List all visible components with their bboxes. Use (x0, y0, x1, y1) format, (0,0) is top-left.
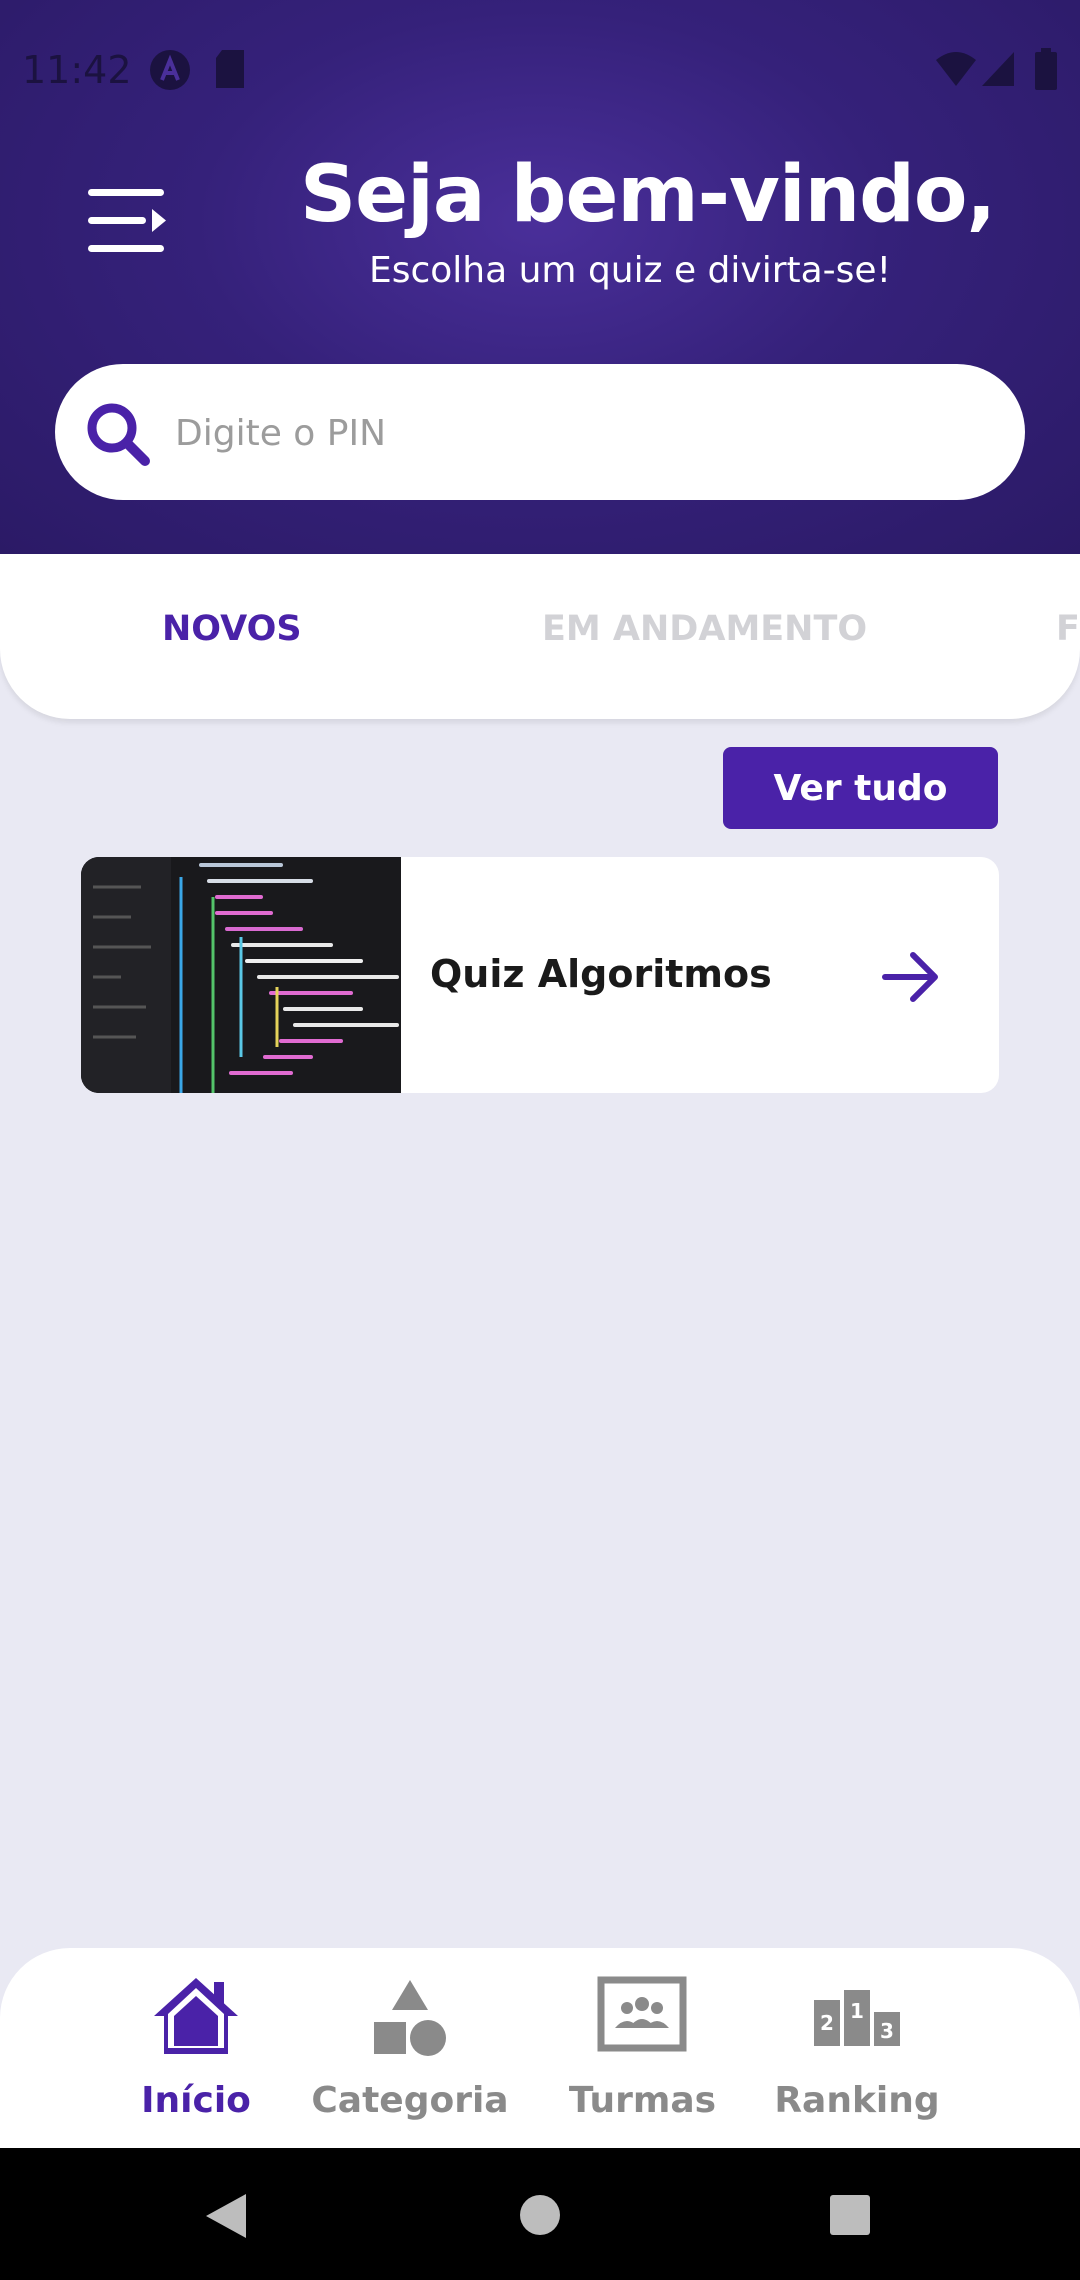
nav-label-turmas: Turmas (568, 2080, 717, 2121)
arrow-right-icon[interactable] (881, 949, 941, 1005)
system-navigation-bar (0, 2148, 1080, 2280)
podium-icon: 2 1 3 (814, 1990, 900, 2046)
app-notification-icon (148, 48, 192, 96)
home-circle-icon[interactable] (519, 2194, 561, 2236)
header: 11:42 Seja bem-vindo, Escolha um quiz e … (0, 0, 1080, 554)
quiz-card[interactable]: Quiz Algoritmos (81, 857, 999, 1093)
nav-label-categoria: Categoria (311, 2080, 509, 2121)
recents-icon[interactable] (829, 2194, 871, 2236)
nav-label-inicio: Início (141, 2080, 251, 2121)
nav-item-inicio[interactable]: Início (128, 1948, 264, 2148)
sd-card-icon (214, 48, 246, 94)
search-icon (87, 403, 150, 466)
svg-text:3: 3 (880, 2019, 894, 2043)
search-bar[interactable] (55, 364, 1025, 500)
pin-search-input[interactable] (173, 394, 997, 472)
battery-icon (1034, 48, 1058, 96)
svg-text:2: 2 (820, 2011, 834, 2035)
menu-button[interactable] (86, 185, 168, 257)
bottom-navigation: Início Categoria Turmas 2 1 3 Ranking (0, 1948, 1080, 2148)
welcome-subtitle: Escolha um quiz e divirta-se! (368, 250, 892, 291)
signal-icon (980, 48, 1016, 92)
tab-em-andamento[interactable]: EM ANDAMENTO (542, 609, 867, 649)
shapes-icon (374, 1980, 446, 2056)
back-icon[interactable] (204, 2192, 248, 2240)
quiz-thumbnail (81, 857, 401, 1093)
nav-item-turmas[interactable]: Turmas (555, 1948, 730, 2148)
nav-item-categoria[interactable]: Categoria (300, 1948, 520, 2148)
nav-item-ranking[interactable]: 2 1 3 Ranking (766, 1948, 948, 2148)
tab-finalizados[interactable]: F (1056, 609, 1080, 649)
home-icon (154, 1978, 238, 2054)
status-time: 11:42 (22, 48, 132, 92)
classroom-icon (597, 1976, 687, 2052)
menu-icon (88, 189, 166, 252)
quiz-tabs: NOVOS EM ANDAMENTO F (0, 554, 1080, 719)
status-bar: 11:42 (0, 40, 1080, 100)
welcome-title: Seja bem-vindo, (300, 150, 996, 240)
tab-novos[interactable]: NOVOS (162, 609, 302, 649)
wifi-icon (934, 48, 978, 92)
svg-text:1: 1 (850, 1999, 864, 2023)
nav-label-ranking: Ranking (774, 2080, 940, 2121)
quiz-title: Quiz Algoritmos (430, 952, 772, 996)
see-all-button[interactable]: Ver tudo (723, 747, 998, 829)
